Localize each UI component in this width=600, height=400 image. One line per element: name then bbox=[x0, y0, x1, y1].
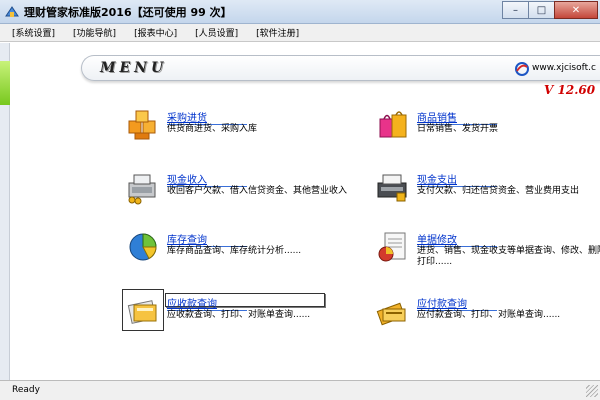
close-icon: ✕ bbox=[571, 4, 581, 16]
menu-logo: MENU bbox=[100, 60, 168, 76]
minimize-button[interactable]: – bbox=[502, 1, 529, 19]
main-content: MENU www.xjcisoft.c V 12.60 采购进货 供货商进货、采… bbox=[11, 43, 600, 380]
close-button[interactable]: ✕ bbox=[554, 1, 598, 19]
module-payable[interactable]: 应付款查询 应付款查询、打印、对账单查询...... bbox=[375, 293, 600, 343]
left-strip bbox=[0, 43, 10, 380]
module-desc: 进货、销售、现金收支等单据查询、修改、删除、打印...... bbox=[417, 246, 600, 267]
document-chart-icon bbox=[378, 232, 406, 262]
module-title[interactable]: 商品销售 bbox=[417, 109, 497, 125]
shopping-bags-icon bbox=[379, 111, 407, 138]
left-strip-highlight bbox=[0, 61, 10, 105]
menu-software-register[interactable]: [软件注册] bbox=[256, 26, 299, 39]
module-desc: 供货商进货、采购入库 bbox=[167, 124, 258, 134]
module-desc: 收回客户欠款、借入信贷资金、其他营业收入 bbox=[167, 186, 348, 196]
module-title[interactable]: 单据修改 bbox=[417, 231, 497, 247]
status-text: Ready bbox=[12, 385, 40, 395]
module-sales[interactable]: 商品销售 日常销售、发货开票 bbox=[375, 107, 600, 157]
module-documents[interactable]: 单据修改 进货、销售、现金收支等单据查询、修改、删除、打印...... bbox=[375, 229, 600, 279]
module-desc: 应收款查询、打印、对账单查询...... bbox=[167, 310, 311, 320]
payable-card-icon bbox=[376, 302, 406, 326]
menu-staff-settings[interactable]: [人员设置] bbox=[195, 26, 238, 39]
window-title: 理财管家标准版2016【还可使用 99 次】 bbox=[24, 6, 232, 19]
module-title[interactable]: 应付款查询 bbox=[417, 295, 497, 311]
module-desc: 应付款查询、打印、对账单查询...... bbox=[417, 310, 561, 320]
status-bar: Ready bbox=[0, 380, 600, 400]
menu-header: MENU www.xjcisoft.c bbox=[81, 55, 600, 81]
module-desc: 支付欠款、归还信贷资金、营业费用支出 bbox=[417, 186, 580, 196]
app-icon bbox=[5, 6, 19, 17]
module-desc: 库存商品查询、库存统计分析...... bbox=[167, 246, 302, 256]
menu-function-nav[interactable]: [功能导航] bbox=[73, 26, 116, 39]
module-title[interactable]: 现金支出 bbox=[417, 171, 497, 187]
module-title[interactable]: 库存查询 bbox=[167, 231, 247, 247]
menu-bar: [系统设置] [功能导航] [报表中心] [人员设置] [软件注册] bbox=[0, 24, 600, 42]
minimize-icon: – bbox=[513, 4, 518, 16]
module-desc: 日常销售、发货开票 bbox=[417, 124, 499, 134]
cash-register-icon bbox=[128, 174, 156, 205]
module-cash-expense[interactable]: 现金支出 支付欠款、归还信贷资金、营业费用支出 bbox=[375, 169, 600, 219]
module-title[interactable]: 采购进货 bbox=[167, 109, 247, 125]
title-bar[interactable]: 理财管家标准版2016【还可使用 99 次】 – □ ✕ bbox=[0, 0, 600, 24]
site-url[interactable]: www.xjcisoft.c bbox=[532, 63, 596, 73]
module-inventory[interactable]: 库存查询 库存商品查询、库存统计分析...... bbox=[125, 229, 375, 279]
window-controls: – □ ✕ bbox=[502, 1, 598, 19]
module-receivable[interactable]: 应收款查询 应收款查询、打印、对账单查询...... bbox=[122, 289, 375, 343]
site-logo-icon bbox=[515, 62, 529, 76]
version-label: V 12.60 bbox=[544, 83, 596, 97]
receivable-folder-icon bbox=[127, 300, 157, 324]
cash-printer-icon bbox=[377, 174, 407, 202]
maximize-button[interactable]: □ bbox=[528, 1, 555, 19]
purchase-boxes-icon bbox=[128, 110, 156, 140]
module-title[interactable]: 现金收入 bbox=[167, 171, 247, 187]
module-cash-income[interactable]: 现金收入 收回客户欠款、借入信贷资金、其他营业收入 bbox=[125, 169, 375, 219]
module-purchase[interactable]: 采购进货 供货商进货、采购入库 bbox=[125, 107, 375, 157]
maximize-icon: □ bbox=[536, 4, 547, 16]
menu-report-center[interactable]: [报表中心] bbox=[134, 26, 177, 39]
menu-system-settings[interactable]: [系统设置] bbox=[12, 26, 55, 39]
resize-grip-icon[interactable] bbox=[586, 385, 598, 397]
module-title[interactable]: 应收款查询 bbox=[167, 295, 247, 311]
pie-chart-icon bbox=[129, 233, 157, 261]
